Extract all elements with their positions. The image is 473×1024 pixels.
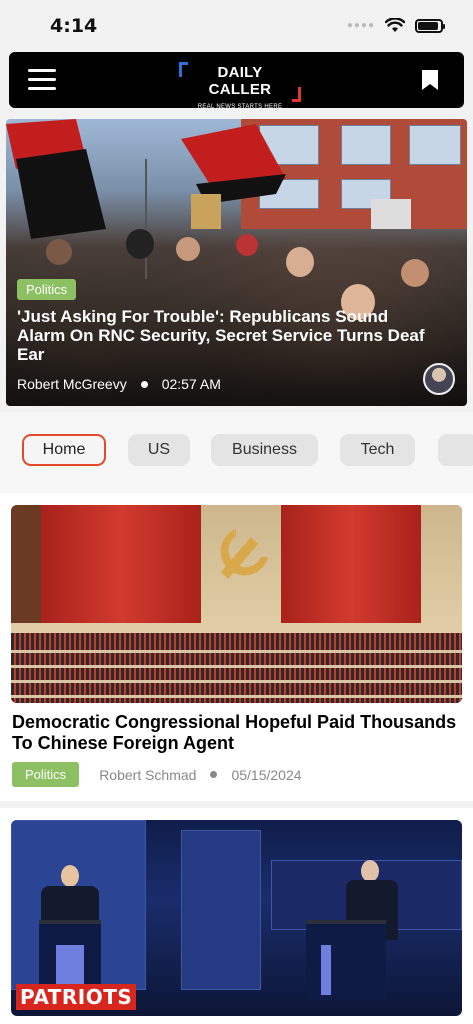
app-header: DAILY CALLER REAL NEWS STARTS HERE — [9, 52, 464, 110]
hero-meta: Robert McGreevy 02:57 AM — [17, 376, 221, 392]
logo-tagline: REAL NEWS STARTS HERE — [197, 104, 283, 110]
battery-icon — [415, 18, 445, 33]
tab-home[interactable]: Home — [22, 434, 106, 466]
tab-more-partial[interactable] — [438, 434, 473, 466]
category-badge[interactable]: Politics — [12, 762, 80, 787]
tab-tech[interactable]: Tech — [340, 434, 415, 466]
article-card[interactable]: Democratic Congressional Hopeful Paid Th… — [0, 493, 473, 801]
signal-dots-icon: ●●●● — [346, 20, 375, 31]
category-tabs: Home US Business Tech — [0, 412, 473, 492]
separator-dot — [140, 380, 148, 388]
article-meta: Politics Robert Schmad 05/15/2024 — [12, 762, 302, 787]
hero-category-badge[interactable]: Politics — [17, 279, 77, 300]
logo-text: DAILY CALLER — [179, 62, 301, 102]
bookmark-icon[interactable] — [421, 69, 439, 91]
article-author: Robert Schmad — [99, 766, 197, 783]
patriots-logo: PATRIOTS — [16, 984, 137, 1010]
separator-dot — [210, 771, 218, 778]
status-time: 4:14 — [50, 15, 98, 37]
hamburger-menu-icon[interactable] — [28, 69, 56, 91]
hero-article[interactable]: Politics 'Just Asking For Trouble': Repu… — [6, 119, 467, 406]
hero-image-flags — [6, 119, 411, 279]
status-bar: 4:14 ●●●● — [0, 0, 473, 50]
daily-caller-logo[interactable]: DAILY CALLER REAL NEWS STARTS HERE — [179, 62, 301, 110]
hero-time: 02:57 AM — [161, 376, 221, 392]
article-card[interactable]: PATRIOTS — [0, 808, 473, 1024]
article-image[interactable] — [11, 505, 462, 703]
hero-author: Robert McGreevy — [17, 376, 127, 392]
status-icons: ●●●● — [346, 18, 445, 33]
emblem-icon — [220, 529, 268, 579]
tab-us[interactable]: US — [128, 434, 190, 466]
article-date: 05/15/2024 — [231, 766, 302, 783]
author-avatar[interactable] — [423, 363, 455, 395]
article-image[interactable]: PATRIOTS — [11, 820, 462, 1016]
hero-title[interactable]: 'Just Asking For Trouble': Republicans S… — [17, 307, 427, 364]
wifi-icon — [385, 18, 405, 32]
tab-business[interactable]: Business — [211, 434, 318, 466]
article-title[interactable]: Democratic Congressional Hopeful Paid Th… — [12, 712, 462, 754]
